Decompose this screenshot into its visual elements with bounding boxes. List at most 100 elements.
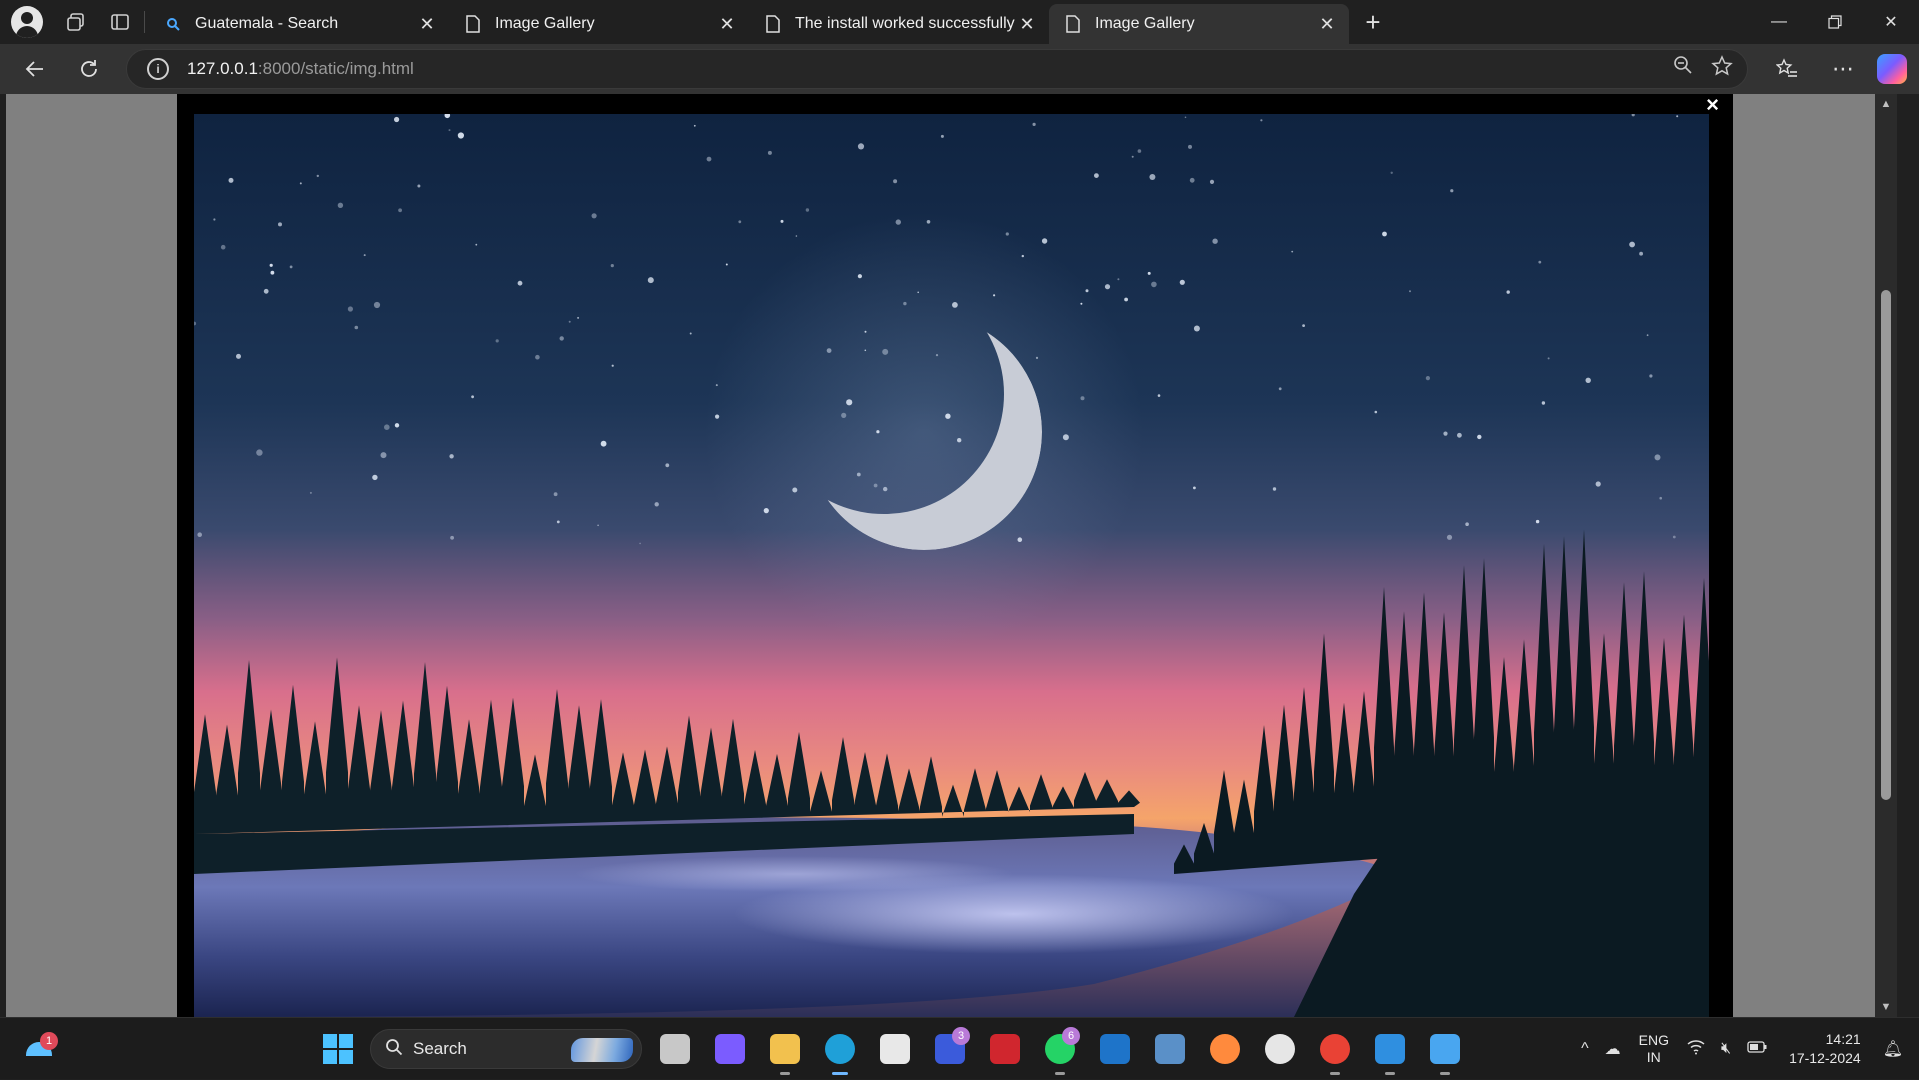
teams-l-badge: 3 [952,1027,970,1045]
running-indicator [1055,1072,1065,1075]
favorites-list-icon[interactable] [1765,50,1809,88]
favorite-star-icon[interactable] [1711,55,1733,83]
address-url[interactable]: 127.0.0.1:8000/static/img.html [187,59,414,79]
omnibox-actions [1673,55,1733,83]
whatsapp-icon[interactable]: 6 [1038,1027,1082,1075]
firefox-glyph [1210,1034,1240,1064]
chatgpt-glyph [1265,1034,1295,1064]
whatsapp-badge: 6 [1062,1027,1080,1045]
new-tab-plus-icon[interactable]: + [1353,4,1393,40]
page-icon [763,15,783,33]
back-arrow-icon[interactable] [14,50,56,88]
search-highlight-icon [571,1038,633,1062]
site-info-icon[interactable]: i [147,58,169,80]
running-indicator [780,1072,790,1075]
workspaces-icon[interactable] [56,4,96,40]
taskbar-search[interactable]: Search [370,1029,642,1069]
clock[interactable]: 14:21 17-12-2024 [1789,1030,1861,1068]
url-path: :8000/static/img.html [257,59,414,78]
running-indicator [1440,1072,1450,1075]
gallery-image-night-lake [194,114,1709,1017]
onedrive-cloud-icon[interactable]: ☁ [1605,1039,1621,1059]
mcafee-glyph [990,1034,1020,1064]
battery-icon[interactable] [1747,1040,1767,1058]
scroll-up-arrow-icon[interactable]: ▲ [1875,94,1897,114]
url-host: 127.0.0.1 [187,59,258,78]
tab-title: The install worked successfully! C [795,15,1015,32]
photos-icon[interactable] [1423,1027,1467,1075]
search-icon [385,1038,403,1061]
language-indicator[interactable]: ENG IN [1639,1032,1669,1066]
microsoft-store-icon[interactable] [873,1027,917,1071]
browser-toolbar: i 127.0.0.1:8000/static/img.html ⋯ [0,44,1919,94]
copilot-icon[interactable] [1877,54,1907,84]
scrollbar-thumb[interactable] [1881,290,1891,800]
weather-widget-icon[interactable]: 1 [24,1032,58,1066]
taskbar-center: Search 3 6 [316,1026,1467,1075]
restore-icon[interactable] [1807,0,1863,44]
mcafee-icon[interactable] [983,1027,1027,1071]
file-explorer-glyph [770,1034,800,1064]
microsoft-store-glyph [880,1034,910,1064]
window-controls: ― ✕ [1751,0,1919,44]
firefox-icon[interactable] [1203,1027,1247,1071]
clock-time: 14:21 [1825,1031,1861,1047]
notification-bell-icon[interactable]: 🔔︎ [1883,1039,1903,1059]
page-icon [1063,15,1083,33]
close-icon[interactable]: ✕ [715,14,739,35]
toolbar-right-actions: ⋯ [1765,50,1907,88]
night-landscape-illustration [194,114,1709,1017]
search-icon [163,17,183,31]
tab-install-success[interactable]: The install worked successfully! C ✕ [749,4,1049,44]
window-close-icon[interactable]: ✕ [1863,0,1919,44]
tab-guatemala-search[interactable]: Guatemala - Search ✕ [149,4,449,44]
vscode-icon[interactable] [1368,1027,1412,1075]
lang-top: ENG [1638,1032,1669,1048]
scroll-down-arrow-icon[interactable]: ▼ [1875,997,1897,1017]
weather-badge: 1 [40,1032,58,1050]
tab-strip: Guatemala - Search ✕ Image Gallery ✕ The… [0,0,1919,44]
vscode-glyph [1375,1034,1405,1064]
tab-title: Guatemala - Search [195,15,339,32]
minimize-icon[interactable]: ― [1751,0,1807,44]
windows-start-icon[interactable] [316,1027,360,1071]
wifi-icon[interactable] [1687,1039,1705,1060]
app-blue-window-glyph [1100,1034,1130,1064]
edge-icon[interactable] [818,1027,862,1075]
running-indicator [1330,1072,1340,1075]
task-view-icon[interactable] [653,1027,697,1071]
app-blue-window-icon[interactable] [1093,1027,1137,1071]
chatgpt-icon[interactable] [1258,1027,1302,1071]
app-globe-wave-icon[interactable] [1148,1027,1192,1071]
clock-date: 17-12-2024 [1789,1050,1861,1066]
tab-title: Image Gallery [495,15,595,32]
address-bar[interactable]: i 127.0.0.1:8000/static/img.html [126,49,1748,89]
copilot-icon[interactable] [708,1027,752,1071]
chrome-icon[interactable] [1313,1027,1357,1075]
page-scrollbar[interactable]: ▲ ▼ [1875,94,1897,1017]
vertical-tabs-icon[interactable] [100,4,140,40]
page-content: × ▲ ▼ [6,92,1897,1017]
photos-glyph [1430,1034,1460,1064]
show-hidden-icons-chevron-icon[interactable]: ^ [1581,1040,1589,1058]
teams-l-icon[interactable]: 3 [928,1027,972,1071]
app-globe-wave-glyph [1155,1034,1185,1064]
zoom-out-icon[interactable] [1673,55,1693,83]
volume-muted-icon[interactable]: 🔇︎ [1721,1040,1731,1058]
tab-divider [144,11,145,33]
task-view-glyph [660,1034,690,1064]
reload-icon[interactable] [68,50,110,88]
close-icon[interactable]: ✕ [1015,14,1039,35]
tab-image-gallery-1[interactable]: Image Gallery ✕ [449,4,749,44]
tab-title: Image Gallery [1095,15,1195,32]
lang-bottom: IN [1646,1049,1661,1065]
close-icon[interactable]: ✕ [415,14,439,35]
file-explorer-icon[interactable] [763,1027,807,1075]
tab-image-gallery-active[interactable]: Image Gallery ✕ [1049,4,1349,44]
close-icon[interactable]: ✕ [1315,14,1339,35]
profile-avatar-icon[interactable] [11,6,43,38]
copilot-glyph [715,1034,745,1064]
more-menu-icon[interactable]: ⋯ [1821,50,1865,88]
chrome-glyph [1320,1034,1350,1064]
running-indicator [1385,1072,1395,1075]
